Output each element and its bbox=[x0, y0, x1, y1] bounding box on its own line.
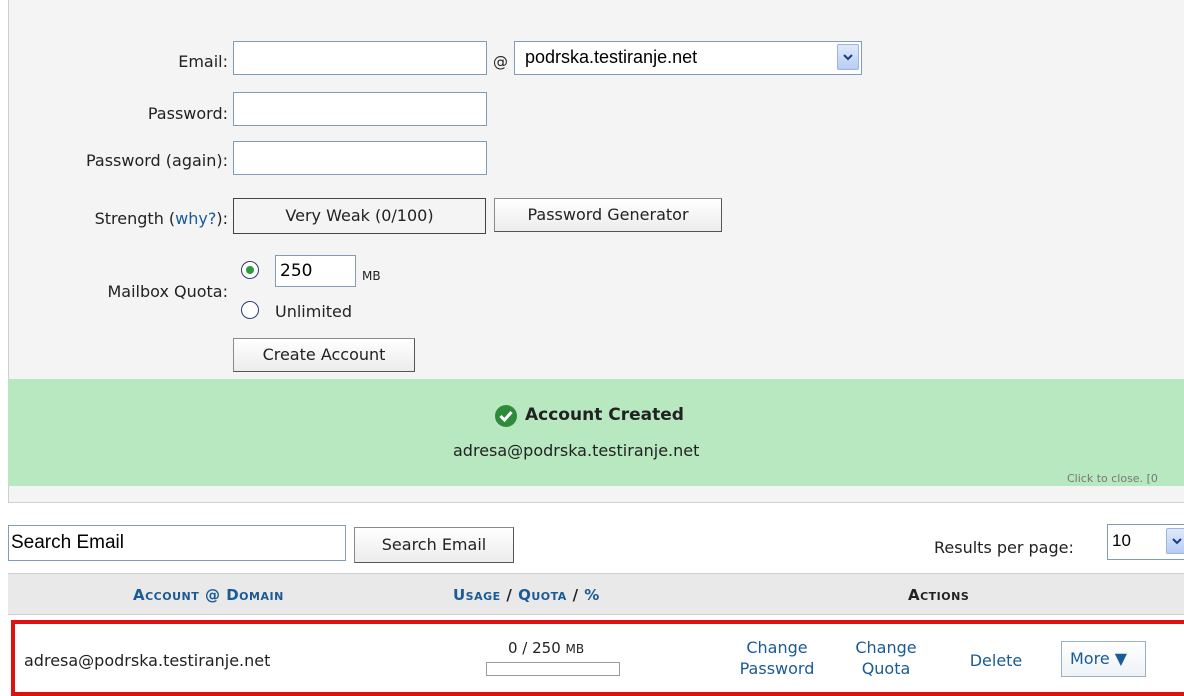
col-at: @ bbox=[204, 586, 221, 604]
more-actions-button[interactable]: More ▼ bbox=[1061, 641, 1146, 677]
col-quota: Quota bbox=[518, 586, 567, 604]
usage-bar bbox=[486, 662, 620, 676]
change-quota-line1: Change bbox=[855, 638, 917, 657]
search-email-button[interactable]: Search Email bbox=[354, 527, 514, 563]
password-again-input[interactable] bbox=[233, 141, 487, 175]
row-usage-value: 0 / 250 bbox=[508, 639, 561, 657]
password-again-label: Password (again): bbox=[85, 151, 228, 170]
change-quota-line2: Quota bbox=[861, 659, 911, 678]
change-password-line1: Change bbox=[746, 638, 808, 657]
quota-unit: MB bbox=[362, 269, 381, 283]
results-per-page-value: 10 bbox=[1112, 531, 1131, 550]
strength-label: Strength (why?): bbox=[20, 209, 228, 228]
unlimited-label: Unlimited bbox=[275, 302, 353, 321]
create-account-button[interactable]: Create Account bbox=[233, 338, 415, 372]
col-account: Account bbox=[133, 586, 200, 604]
email-label: Email: bbox=[178, 52, 228, 71]
results-per-page-label: Results per page: bbox=[934, 538, 1074, 557]
change-password-link[interactable]: Change Password bbox=[727, 637, 827, 679]
banner-title: Account Created bbox=[525, 405, 684, 425]
row-usage-unit: MB bbox=[565, 642, 585, 656]
change-quota-link[interactable]: Change Quota bbox=[847, 637, 925, 679]
banner-close-link[interactable]: Click to close. [0 bbox=[1067, 472, 1158, 485]
strength-label-suffix: ): bbox=[216, 209, 228, 228]
row-account: adresa@podrska.testiranje.net bbox=[24, 651, 271, 670]
why-link[interactable]: why? bbox=[175, 209, 216, 228]
email-input[interactable] bbox=[233, 41, 487, 75]
chevron-down-icon[interactable] bbox=[1166, 528, 1184, 554]
check-circle-icon bbox=[495, 405, 517, 427]
password-label: Password: bbox=[147, 104, 228, 123]
domain-select-value: podrska.testiranje.net bbox=[525, 47, 698, 67]
success-banner[interactable] bbox=[8, 379, 1184, 486]
col-percent: % bbox=[584, 586, 600, 604]
password-generator-button[interactable]: Password Generator bbox=[494, 198, 722, 232]
password-input[interactable] bbox=[233, 92, 487, 126]
password-strength-meter: Very Weak (0/100) bbox=[233, 198, 486, 234]
strength-label-prefix: Strength ( bbox=[94, 209, 176, 228]
col-account-domain[interactable]: Account @ Domain bbox=[133, 586, 284, 604]
quota-unlimited-radio[interactable] bbox=[241, 301, 259, 319]
change-password-line2: Password bbox=[739, 659, 815, 678]
col-domain: Domain bbox=[226, 586, 284, 604]
row-usage: 0 / 250 MB bbox=[508, 639, 584, 657]
col-actions: Actions bbox=[908, 586, 970, 604]
banner-address: adresa@podrska.testiranje.net bbox=[453, 441, 700, 460]
chevron-down-icon[interactable] bbox=[837, 44, 859, 70]
col-slash: / bbox=[506, 586, 513, 604]
at-sign: @ bbox=[493, 53, 508, 71]
col-usage-quota-percent[interactable]: Usage / Quota / % bbox=[453, 586, 600, 604]
search-input[interactable] bbox=[8, 525, 346, 561]
quota-input[interactable] bbox=[275, 255, 356, 287]
col-slash: / bbox=[572, 586, 579, 604]
domain-select[interactable]: podrska.testiranje.net bbox=[514, 41, 862, 75]
col-usage: Usage bbox=[453, 586, 501, 604]
mailbox-quota-label: Mailbox Quota: bbox=[107, 282, 229, 301]
quota-limited-radio[interactable] bbox=[241, 261, 259, 279]
results-per-page-select[interactable]: 10 bbox=[1107, 524, 1184, 560]
delete-link[interactable]: Delete bbox=[961, 650, 1031, 671]
